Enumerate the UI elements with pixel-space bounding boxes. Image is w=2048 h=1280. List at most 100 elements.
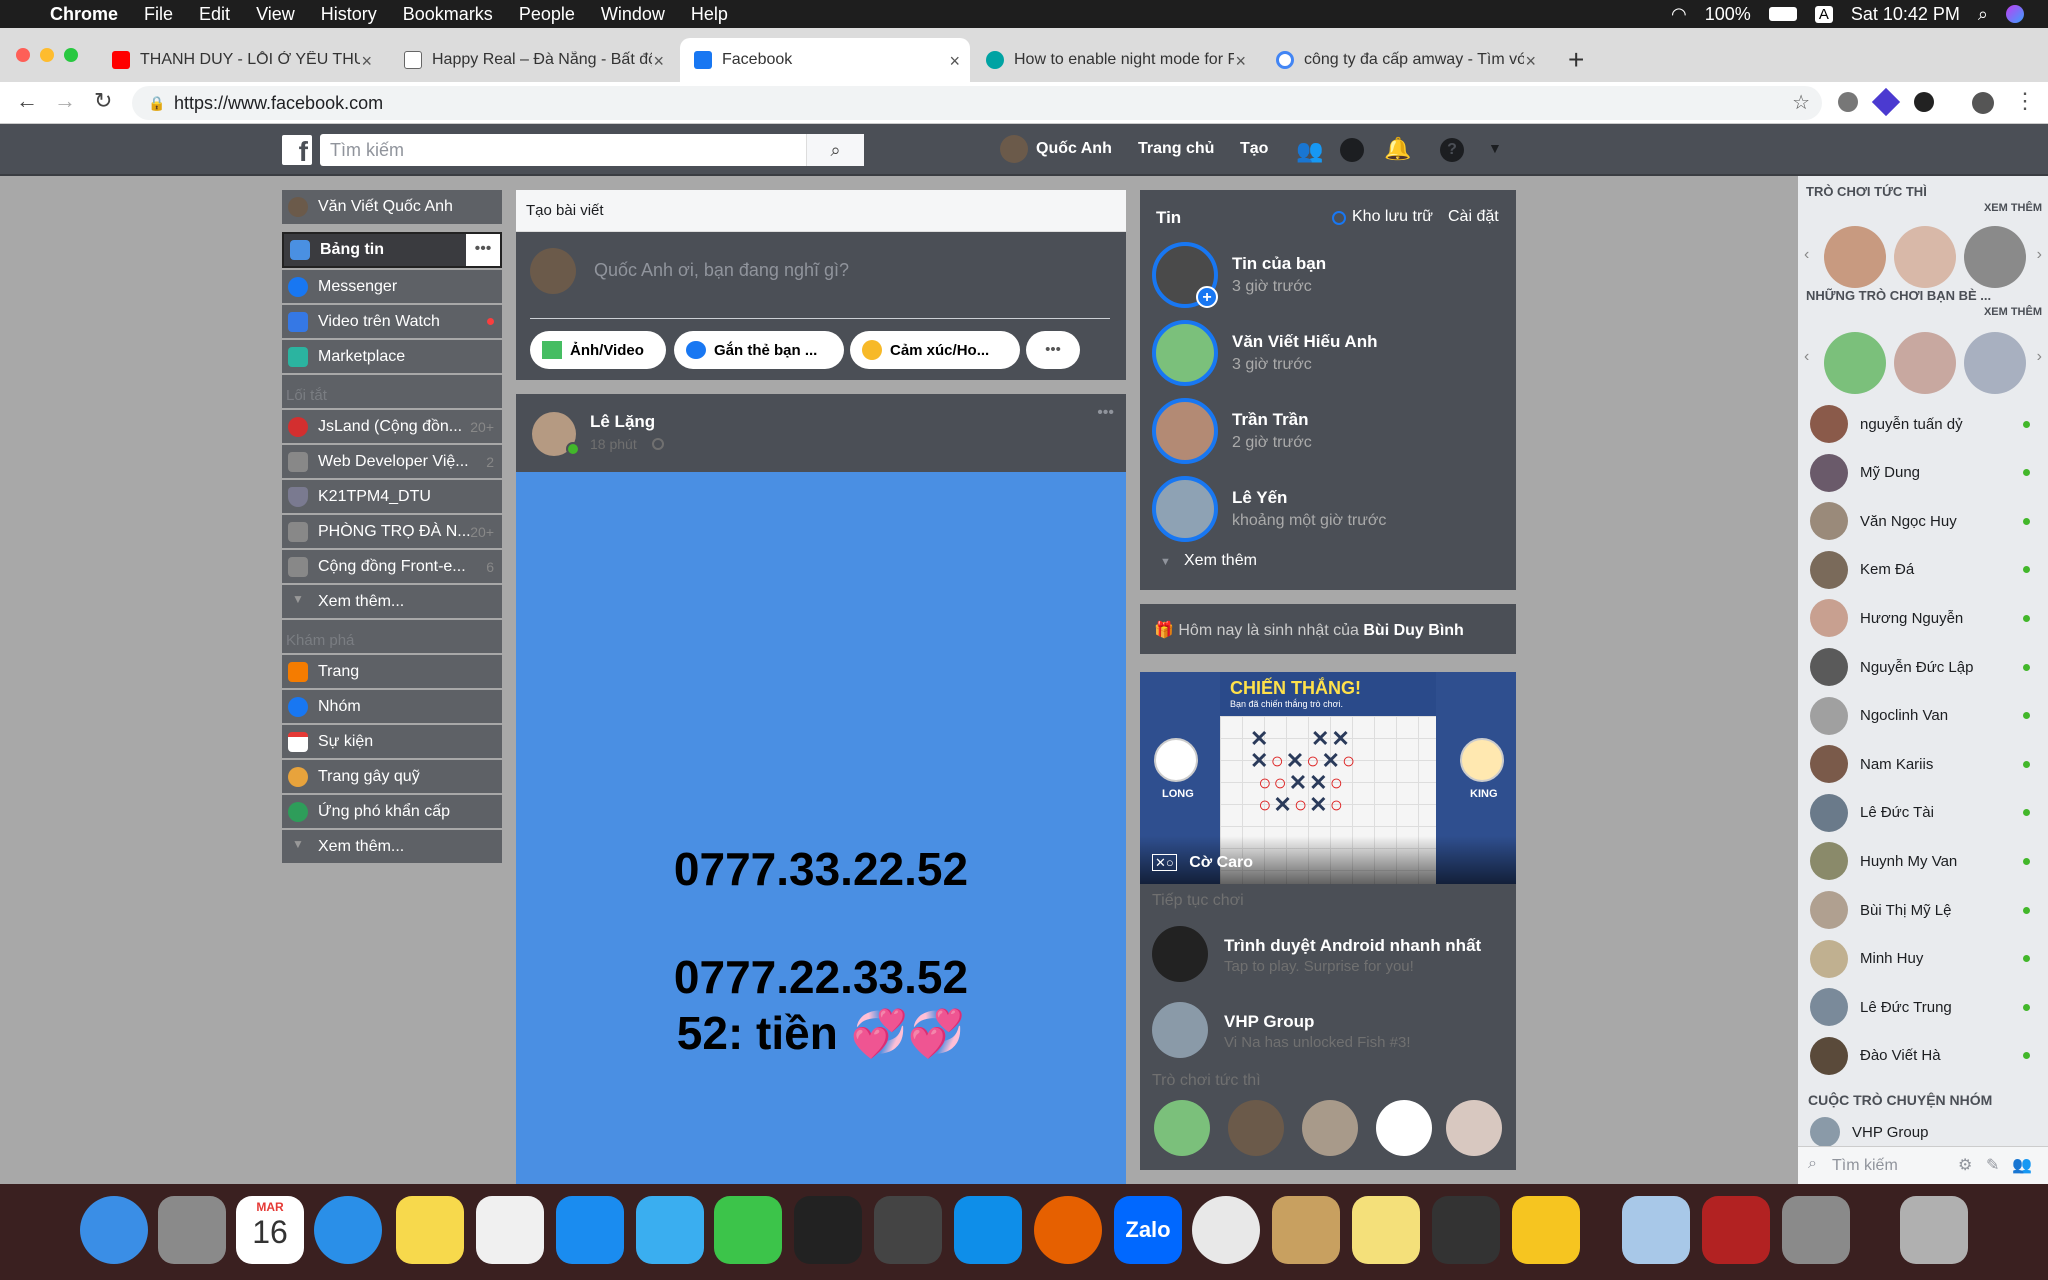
contact-item[interactable]: Hương Nguyễn — [1810, 594, 2034, 642]
see-more-explore[interactable]: ▼ Xem thêm... — [282, 830, 502, 863]
extension-layers-icon[interactable] — [1871, 87, 1901, 117]
messenger-icon[interactable] — [1340, 138, 1364, 162]
contact-item[interactable]: Lê Đức Tài — [1810, 789, 2034, 837]
sidebar-item-messenger[interactable]: Messenger — [282, 270, 502, 303]
sidebar-item-crisis-response[interactable]: Ứng phó khẩn cấp — [282, 795, 502, 828]
menu-clock[interactable]: Sat 10:42 PM — [1851, 4, 1960, 25]
sidebar-item-shortcut[interactable]: Cộng đồng Front-e... 6 — [282, 550, 502, 583]
sidebar-item-groups[interactable]: Nhóm — [282, 690, 502, 723]
friend-requests-icon[interactable]: 👥 — [1296, 138, 1323, 164]
forward-icon[interactable]: → — [54, 88, 76, 114]
tab-close-icon[interactable]: × — [653, 51, 664, 72]
game-avatar[interactable] — [1964, 226, 2026, 288]
instant-game-icon[interactable] — [1376, 1100, 1432, 1156]
account-menu-icon[interactable]: ▼ — [1488, 140, 1502, 156]
sublime-icon[interactable] — [874, 1196, 942, 1264]
battery-icon[interactable] — [1768, 7, 1797, 21]
bookmark-star-icon[interactable]: ☆ — [1792, 86, 1810, 120]
game-banner[interactable]: CHIẾN THẮNG! Bạn đã chiến thắng trò chơi… — [1140, 672, 1516, 884]
contact-item[interactable]: Bùi Thị Mỹ Lệ — [1810, 886, 2034, 934]
game-avatar[interactable] — [1894, 226, 1956, 288]
safari-icon[interactable] — [314, 1196, 382, 1264]
battery-percent[interactable]: 100% — [1705, 4, 1751, 25]
sidebar-item-pages[interactable]: Trang — [282, 655, 502, 688]
game-title[interactable]: VHP Group — [1224, 1012, 1314, 1032]
menu-help[interactable]: Help — [691, 4, 728, 25]
game-avatar[interactable] — [1964, 332, 2026, 394]
spotlight-icon[interactable]: ⌕ — [1978, 4, 1988, 25]
pixelmator-icon[interactable] — [1432, 1196, 1500, 1264]
menu-window[interactable]: Window — [601, 4, 665, 25]
zalo-icon[interactable]: Zalo — [1114, 1196, 1182, 1264]
facebook-logo-icon[interactable]: f — [282, 135, 312, 167]
notifications-icon[interactable]: 🔔 — [1384, 136, 1411, 162]
facetime-icon[interactable] — [714, 1196, 782, 1264]
post-author[interactable]: Lê Lặng — [590, 412, 655, 432]
tab-happy-real[interactable]: Happy Real – Đà Nẵng - Bất động sản × — [390, 38, 674, 82]
trash-icon[interactable] — [1900, 1196, 1968, 1264]
header-create-link[interactable]: Tạo — [1240, 140, 1268, 158]
back-icon[interactable]: ← — [16, 88, 38, 114]
tab-close-icon[interactable]: × — [361, 51, 372, 72]
header-home-link[interactable]: Trang chủ — [1138, 140, 1214, 158]
add-story-icon[interactable]: + — [1196, 286, 1218, 308]
contact-item[interactable]: nguyễn tuấn dỷ — [1810, 400, 2034, 448]
tab-google[interactable]: công ty đa cấp amway - Tìm với Google × — [1262, 38, 1546, 82]
birthday-name[interactable]: Bùi Duy Bình — [1363, 622, 1463, 639]
firefox-icon[interactable] — [1034, 1196, 1102, 1264]
siri-icon[interactable] — [2006, 5, 2024, 23]
story-item[interactable]: Lê Yến khoảng một giờ trước — [1152, 476, 1502, 552]
app-store-icon[interactable] — [556, 1196, 624, 1264]
instant-game-icon[interactable] — [1228, 1100, 1284, 1156]
search-input[interactable]: Tìm kiếm ⌕ — [320, 134, 864, 166]
stories-archive-link[interactable]: Kho lưu trữ — [1352, 208, 1433, 226]
help-icon[interactable]: ? — [1440, 138, 1464, 162]
more-options-icon[interactable]: ••• — [466, 234, 500, 266]
story-item[interactable]: + Tin của bạn 3 giờ trước — [1152, 242, 1502, 318]
contact-item[interactable]: Nam Kariis — [1810, 740, 2034, 788]
reload-icon[interactable]: ↻ — [94, 88, 112, 114]
calendar-icon[interactable]: MAR 16 — [236, 1196, 304, 1264]
search-icon[interactable]: ⌕ — [806, 134, 864, 166]
see-more-shortcuts[interactable]: ▼ Xem thêm... — [282, 585, 502, 618]
feeling-button[interactable]: Cảm xúc/Ho... — [850, 331, 1020, 369]
contact-item[interactable]: Lê Đức Trung — [1810, 983, 2034, 1031]
extension-eye-icon[interactable] — [1838, 92, 1858, 112]
sidebar-item-shortcut[interactable]: JsLand (Cộng đồn... 20+ — [282, 410, 502, 443]
cyberduck-icon[interactable] — [1512, 1196, 1580, 1264]
story-item[interactable]: Văn Viết Hiếu Anh 3 giờ trước — [1152, 320, 1502, 396]
system-preferences-icon[interactable] — [1782, 1196, 1850, 1264]
contact-item[interactable]: Kem Đá — [1810, 546, 2034, 594]
sidebar-item-watch[interactable]: Video trên Watch — [282, 305, 502, 338]
chevron-left-icon[interactable]: ‹ — [1804, 246, 1809, 264]
teamviewer-icon[interactable] — [954, 1196, 1022, 1264]
menu-app-name[interactable]: Chrome — [50, 4, 118, 25]
game-title[interactable]: Trình duyệt Android nhanh nhất — [1224, 936, 1481, 956]
instant-game-icon[interactable] — [1302, 1100, 1358, 1156]
sidebar-profile[interactable]: Văn Viết Quốc Anh — [282, 190, 502, 224]
new-tab-button[interactable]: + — [1568, 44, 1584, 76]
sidebar-item-fundraisers[interactable]: Trang gây quỹ — [282, 760, 502, 793]
new-group-icon[interactable]: 👥 — [2012, 1155, 2032, 1175]
game-avatar[interactable] — [1894, 332, 1956, 394]
sidebar-item-shortcut[interactable]: PHÒNG TRỌ ĐÀ N... 20+ — [282, 515, 502, 548]
address-bar[interactable]: 🔒 https://www.facebook.com ☆ — [132, 86, 1822, 120]
window-minimize-button[interactable] — [40, 48, 54, 62]
photo-booth-icon[interactable] — [1702, 1196, 1770, 1264]
game-icon[interactable] — [1152, 926, 1208, 982]
story-item[interactable]: Trần Trần 2 giờ trước — [1152, 398, 1502, 474]
window-zoom-button[interactable] — [64, 48, 78, 62]
compose-icon[interactable]: ✎ — [1986, 1155, 1999, 1175]
game-avatar[interactable] — [1824, 332, 1886, 394]
see-more-link[interactable]: XEM THÊM — [1984, 202, 2042, 214]
game-avatar[interactable] — [1824, 226, 1886, 288]
contact-item[interactable]: Ngoclinh Van — [1810, 692, 2034, 740]
tag-friends-button[interactable]: Gắn thẻ bạn ... — [674, 331, 844, 369]
preview-icon[interactable] — [1622, 1196, 1690, 1264]
sidebar-item-shortcut[interactable]: K21TPM4_DTU — [282, 480, 502, 513]
profile-icon[interactable] — [1972, 92, 1994, 114]
menu-edit[interactable]: Edit — [199, 4, 230, 25]
contact-item[interactable]: Nguyễn Đức Lập — [1810, 643, 2034, 691]
stories-settings-link[interactable]: Cài đặt — [1448, 208, 1499, 226]
post-options-icon[interactable]: ••• — [1097, 404, 1114, 422]
